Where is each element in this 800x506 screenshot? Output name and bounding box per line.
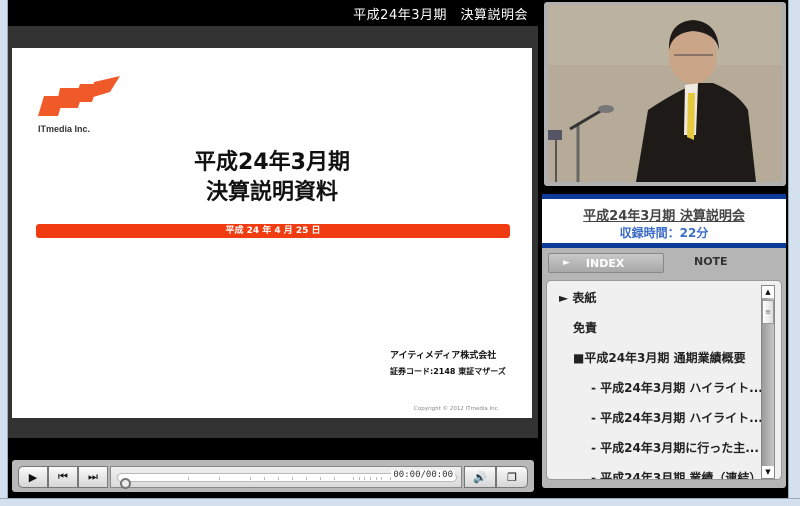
player-controls: ▶ ⏮ ⏭ 00:00/00:00 🔊 ❐ xyxy=(12,460,534,492)
chapter-mark xyxy=(375,477,377,480)
slide: ITmedia Inc. 平成24年3月期 決算説明資料 平成 24 年 4 月… xyxy=(12,48,532,418)
player-title: 平成24年3月期 決算説明会 xyxy=(8,0,540,26)
list-item[interactable]: - 平成24年3月期 業績（連結） xyxy=(591,469,761,479)
scroll-down-icon[interactable]: ▼ xyxy=(762,466,774,478)
slide-title-line1: 平成24年3月期 xyxy=(194,150,350,175)
list-item[interactable]: 免責 xyxy=(573,319,597,336)
window-popout-icon: ❐ xyxy=(507,470,517,484)
scroll-up-icon[interactable]: ▲ xyxy=(762,286,774,298)
scroll-thumb[interactable]: ≡ xyxy=(762,300,774,324)
chapter-mark xyxy=(381,477,383,480)
slide-stock-code: 証券コード:2148 東証マザーズ xyxy=(390,367,506,376)
chapter-mark xyxy=(333,477,335,480)
next-button[interactable]: ⏭ xyxy=(78,466,108,488)
skip-back-icon: ⏮ xyxy=(58,470,68,483)
session-header: 平成24年3月期 決算説明会 収録時間：22分 xyxy=(542,194,786,248)
chapter-mark xyxy=(358,477,360,480)
chapter-mark xyxy=(370,477,371,480)
chapter-mark xyxy=(305,477,307,480)
chapter-mark xyxy=(364,477,366,480)
window-frame-right xyxy=(788,0,800,506)
chapter-mark xyxy=(291,477,293,480)
seek-bar[interactable]: 00:00/00:00 xyxy=(110,466,462,489)
logo-text: ITmedia Inc. xyxy=(38,124,91,134)
info-panel: 平成24年3月期 決算説明会 収録時間：22分 ► INDEX NOTE ► 表… xyxy=(542,194,786,488)
speaker-icon: 🔊 xyxy=(473,470,487,484)
list-item[interactable]: ► 表紙 xyxy=(559,289,596,306)
chapter-mark xyxy=(218,477,220,480)
tab-note[interactable]: NOTE xyxy=(694,255,728,268)
speaker-video[interactable] xyxy=(548,5,782,182)
list-item[interactable]: - 平成24年3月期に行った主... xyxy=(591,439,759,456)
list-item[interactable]: - 平成24年3月期 ハイライト... xyxy=(591,409,763,426)
session-title[interactable]: 平成24年3月期 決算説明会 xyxy=(542,205,786,224)
chapter-mark xyxy=(263,477,265,480)
window-frame-bottom xyxy=(0,498,800,506)
index-scrollbar[interactable]: ▲ ≡ ▼ xyxy=(761,285,775,479)
slide-company: アイティメディア株式会社 xyxy=(390,351,497,361)
slide-player: 平成24年3月期 決算説明会 ITmedia Inc. 平成24年3月期 決算説… xyxy=(8,0,540,498)
chapter-mark xyxy=(249,477,251,480)
previous-button[interactable]: ⏮ xyxy=(48,466,78,488)
play-icon: ▶ xyxy=(28,470,38,484)
speaker-video-frame xyxy=(548,5,782,182)
video-panel xyxy=(544,2,786,186)
time-readout: 00:00/00:00 xyxy=(391,470,455,480)
seek-knob[interactable] xyxy=(120,478,131,489)
session-duration: 収録時間：22分 xyxy=(619,226,709,240)
list-item[interactable]: ■平成24年3月期 通期業績概要 xyxy=(573,349,746,366)
tab-index-label: INDEX xyxy=(585,256,625,270)
slide-title: 平成24年3月期 決算説明資料 xyxy=(12,148,532,208)
chapter-mark xyxy=(277,477,279,480)
tab-index[interactable]: ► INDEX xyxy=(548,253,664,273)
play-arrow-icon: ► xyxy=(563,258,570,268)
list-item[interactable]: - 平成24年3月期 ハイライト... xyxy=(591,379,763,396)
chapter-mark xyxy=(188,477,189,480)
chapter-mark xyxy=(353,477,355,480)
chapter-mark xyxy=(319,477,321,480)
itmedia-logo-icon xyxy=(38,76,120,116)
index-list: ► 表紙 免責 ■平成24年3月期 通期業績概要 - 平成24年3月期 ハイライ… xyxy=(546,280,782,480)
window-frame-left xyxy=(0,0,8,506)
popout-button[interactable]: ❐ xyxy=(496,466,528,488)
volume-button[interactable]: 🔊 xyxy=(464,466,496,488)
slide-area: ITmedia Inc. 平成24年3月期 決算説明資料 平成 24 年 4 月… xyxy=(8,26,538,438)
skip-forward-icon: ⏭ xyxy=(88,470,98,483)
slide-date-bar: 平成 24 年 4 月 25 日 xyxy=(36,224,510,238)
play-button[interactable]: ▶ xyxy=(18,466,48,488)
slide-copyright: Copyright © 2012 ITmedia Inc. xyxy=(414,406,500,412)
sidebar: 平成24年3月期 決算説明会 収録時間：22分 ► INDEX NOTE ► 表… xyxy=(540,0,788,498)
slide-title-line2: 決算説明資料 xyxy=(205,180,338,205)
